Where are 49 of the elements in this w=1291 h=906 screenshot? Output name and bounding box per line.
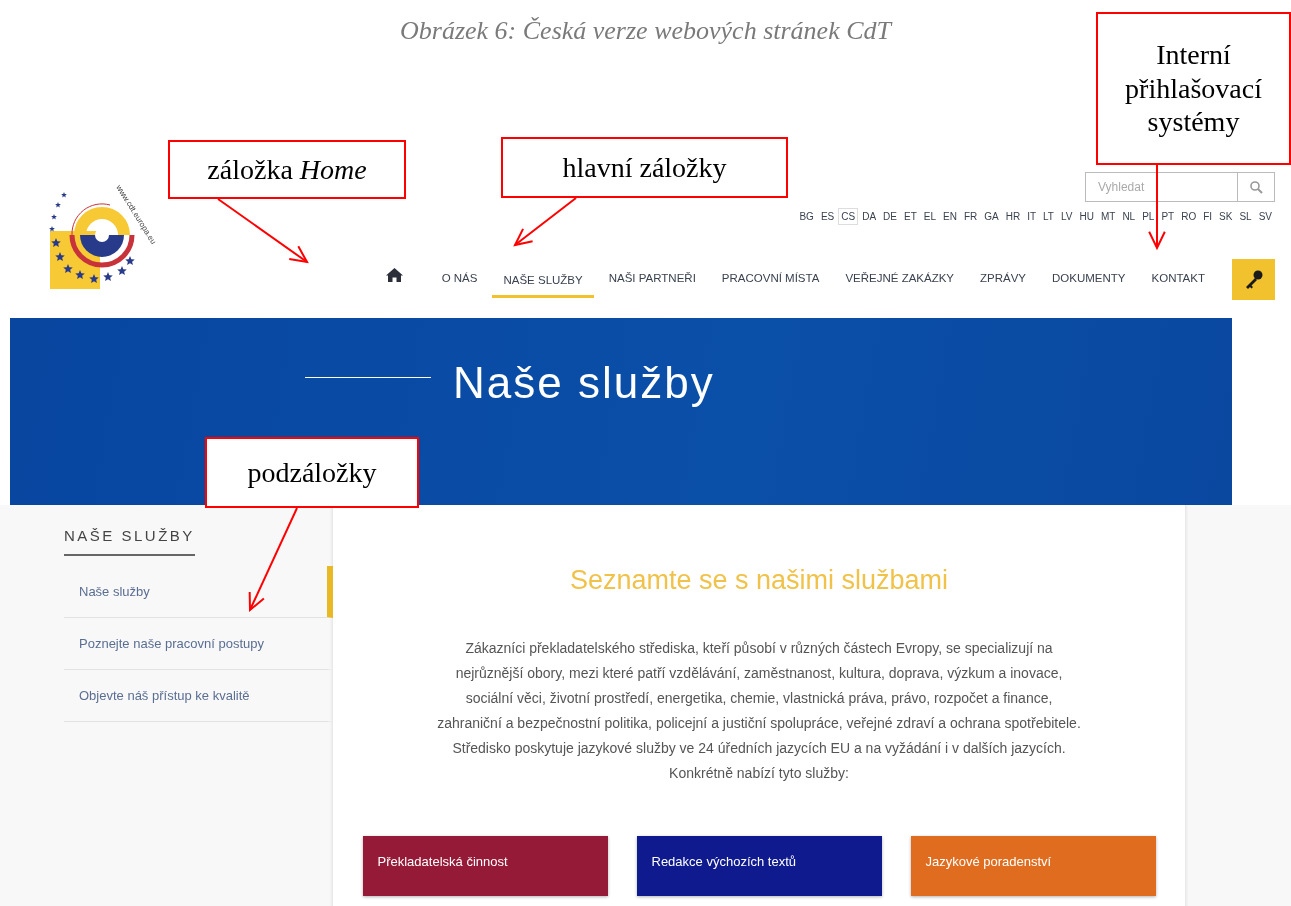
language-link[interactable]: PL (1139, 208, 1158, 225)
language-link[interactable]: DE (880, 208, 900, 225)
nav-tab[interactable]: KONTAKT (1140, 261, 1216, 297)
callout-label: hlavní záložky (501, 137, 788, 198)
page-title: Naše služby (453, 358, 715, 408)
language-link[interactable]: ES (817, 208, 838, 225)
intro-paragraph: Zákazníci překladatelského střediska, kteří působí v různých částech Evropy, se specializují na nejrůznější obory, mezi které patří vzdělávání, zaměstnanost, kultura, doprava, výzkum a inovace, sociální věci, životní prostředí, energetika, chemie, vlastnická práva, právo, rozpočet a finance, zahraniční a bezpečnostní politika, policejní a justiční spolupráce, veřejné zdraví a ochrana spotřebitele. Středisko poskytuje jazykové služby ve 24 úředních jazycích EU a na vyžádání i v dalších jazycích. Konkrétně nabízí tyto služby: (436, 639, 1082, 783)
nav-tab[interactable]: ZPRÁVY (969, 261, 1038, 297)
language-link[interactable]: EL (920, 208, 939, 225)
language-link[interactable]: BG (796, 208, 817, 225)
language-link[interactable]: SV (1255, 208, 1275, 225)
language-link[interactable]: EN (940, 208, 960, 225)
language-link[interactable]: HR (1002, 208, 1024, 225)
language-link[interactable]: SL (1236, 208, 1255, 225)
service-tile[interactable]: Redakce výchozích textů (636, 836, 882, 896)
home-link[interactable] (385, 268, 403, 282)
nav-tab[interactable]: O NÁS (430, 261, 489, 297)
search-icon (1249, 180, 1263, 194)
figure-caption: Obrázek 6: Česká verze webových stránek CdT (400, 16, 891, 46)
callout-label: záložka Home (168, 140, 406, 199)
language-link[interactable]: MT (1097, 208, 1119, 225)
nav-tab[interactable]: NAŠE SLUŽBY (492, 262, 594, 298)
callout-label: podzáložky (205, 437, 419, 508)
section-heading: Seznamte se s našimi službami (569, 565, 949, 596)
language-link[interactable]: LV (1057, 208, 1076, 225)
nav-tab[interactable]: PRACOVNÍ MÍSTA (710, 261, 831, 297)
language-link[interactable]: RO (1178, 208, 1200, 225)
language-link[interactable]: CS (838, 208, 859, 225)
language-link[interactable]: SK (1216, 208, 1236, 225)
language-link[interactable]: FR (960, 208, 981, 225)
nav-tab[interactable]: VEŘEJNÉ ZAKÁZKY (834, 261, 966, 297)
language-link[interactable]: HU (1076, 208, 1097, 225)
nav-tab[interactable]: DOKUMENTY (1041, 261, 1137, 297)
callout-arrow (513, 197, 577, 247)
home-icon (385, 268, 403, 282)
language-link[interactable]: GA (981, 208, 1002, 225)
service-tile[interactable]: Překladatelská činnost (362, 836, 608, 896)
language-link[interactable]: LT (1040, 208, 1057, 225)
language-link[interactable]: NL (1119, 208, 1139, 225)
language-link[interactable]: DA (859, 208, 880, 225)
language-link[interactable]: FI (1200, 208, 1216, 225)
language-link[interactable]: IT (1024, 208, 1040, 225)
login-button[interactable] (1232, 258, 1275, 300)
nav-tab[interactable]: NAŠI PARTNEŘI (597, 261, 707, 297)
search-field[interactable]: Vyhledat (1085, 172, 1237, 202)
language-link[interactable]: PT (1158, 208, 1178, 225)
sidebar-title: NAŠE SLUŽBY (64, 527, 195, 556)
language-link[interactable]: ET (900, 208, 920, 225)
callout-label: Interní přihlašovací systémy (1096, 12, 1291, 165)
